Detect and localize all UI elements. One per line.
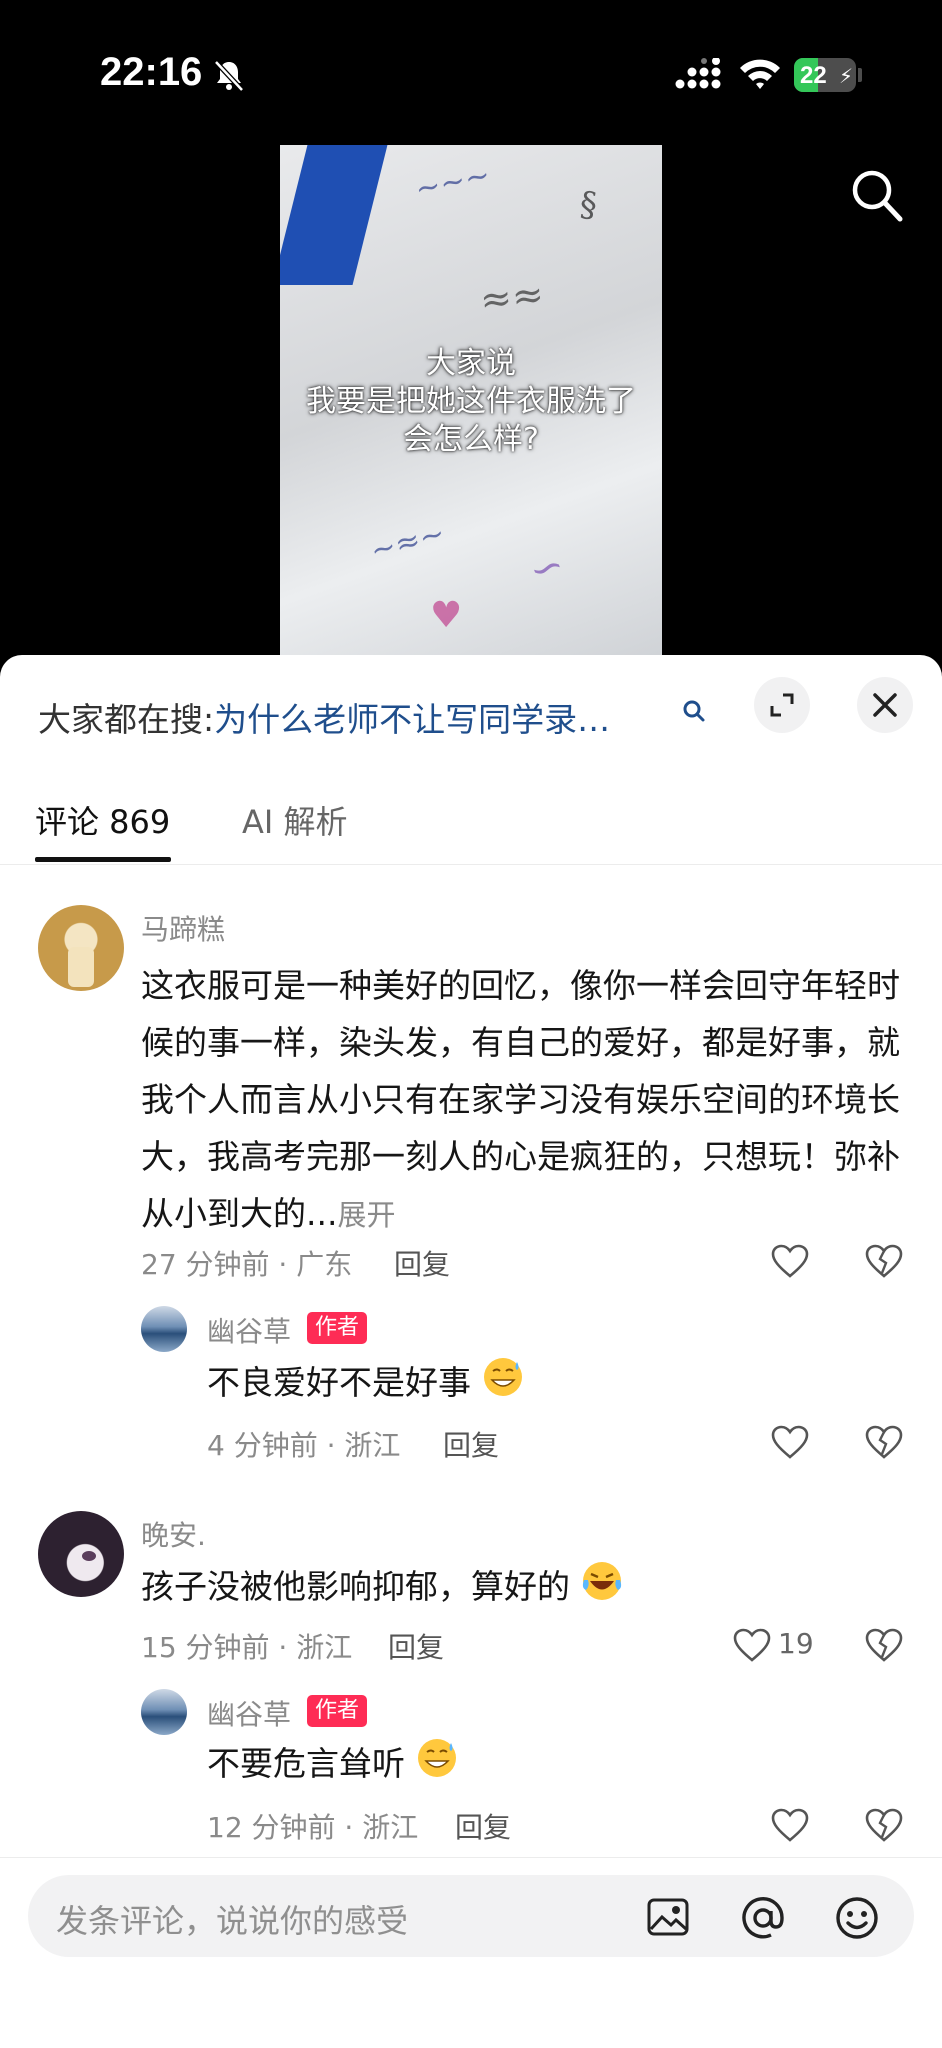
divider xyxy=(0,1857,942,1858)
laughing-crying-emoji-icon xyxy=(582,1562,621,1600)
comments-sheet: 大家都在搜:为什么老师不让写同学录… 评论 869 AI 解析 马蹄糕 这衣服可… xyxy=(0,655,942,2048)
comment-input-bar[interactable]: 发条评论，说说你的感受 xyxy=(28,1875,914,1957)
like-count: 19 xyxy=(778,1627,814,1660)
reply-text[interactable]: 不要危言耸听 xyxy=(207,1735,897,1792)
reply-button[interactable]: 回复 xyxy=(388,1626,444,1666)
comment-text[interactable]: 这衣服可是一种美好的回忆，像你一样会回守年轻时候的事一样，染头发，有自己的爱好，… xyxy=(141,957,916,1244)
caption-line: 大家说 xyxy=(426,346,516,381)
reply-button[interactable]: 回复 xyxy=(443,1424,499,1464)
dislike-heart-icon[interactable] xyxy=(864,1807,904,1843)
home-indicator xyxy=(330,2022,612,2032)
active-tab-indicator xyxy=(35,857,171,862)
comment-input[interactable]: 发条评论，说说你的感受 xyxy=(56,1896,408,1942)
avatar[interactable] xyxy=(141,1689,187,1735)
avatar[interactable] xyxy=(38,905,124,991)
reply-meta: 12 分钟前 · 浙江 xyxy=(207,1811,419,1844)
heart-icon[interactable] xyxy=(770,1243,810,1279)
comment-username[interactable]: 晚安. xyxy=(141,1514,206,1554)
author-badge: 作者 xyxy=(307,1695,368,1727)
comment-meta: 15 分钟前 · 浙江 xyxy=(141,1631,353,1664)
video-caption: 大家说 我要是把她这件衣服洗了 会怎么样? xyxy=(280,345,662,459)
comment-body: 这衣服可是一种美好的回忆，像你一样会回守年轻时候的事一样，染头发，有自己的爱好，… xyxy=(141,966,900,1233)
caption-line: 会怎么样? xyxy=(403,422,539,457)
comment-username[interactable]: 马蹄糕 xyxy=(141,908,225,948)
comment-body: 孩子没被他影响抑郁，算好的 xyxy=(141,1567,570,1606)
reply-button[interactable]: 回复 xyxy=(394,1243,450,1283)
comment-text[interactable]: 孩子没被他影响抑郁，算好的 xyxy=(141,1558,916,1615)
emoji-icon[interactable] xyxy=(834,1895,880,1941)
avatar[interactable] xyxy=(141,1306,187,1352)
battery-level: 22 xyxy=(800,62,827,89)
reply-username[interactable]: 幽谷草 xyxy=(207,1693,291,1733)
reply-meta: 4 分钟前 · 浙江 xyxy=(207,1429,401,1462)
tab-ai-analysis[interactable]: AI 解析 xyxy=(242,797,348,843)
status-bar: 22:16 22 ⚡ xyxy=(0,0,942,140)
reply-body: 不良爱好不是好事 xyxy=(207,1363,471,1402)
reply-body: 不要危言耸听 xyxy=(207,1744,405,1783)
sweat-emoji-icon xyxy=(417,1739,456,1777)
wifi-icon xyxy=(740,59,780,89)
image-icon[interactable] xyxy=(646,1895,690,1939)
hot-search[interactable]: 大家都在搜:为什么老师不让写同学录… xyxy=(38,693,610,741)
avatar[interactable] xyxy=(38,1511,124,1597)
battery-icon: 22 ⚡ xyxy=(794,58,856,92)
expand-button[interactable] xyxy=(754,677,810,733)
dislike-heart-icon[interactable] xyxy=(864,1243,904,1279)
dislike-heart-icon[interactable] xyxy=(864,1424,904,1460)
reply-button[interactable]: 回复 xyxy=(455,1806,511,1846)
reply-text[interactable]: 不良爱好不是好事 xyxy=(207,1354,897,1411)
heart-icon[interactable] xyxy=(770,1807,810,1843)
bell-off-icon xyxy=(214,60,244,92)
comment-meta: 27 分钟前 · 广东 xyxy=(141,1248,353,1281)
close-icon xyxy=(873,693,897,717)
sweat-emoji-icon xyxy=(483,1358,522,1396)
close-button[interactable] xyxy=(857,677,913,733)
tab-bar: 评论 869 AI 解析 xyxy=(0,785,942,865)
expand-comment-link[interactable]: 展开 xyxy=(337,1198,395,1232)
hot-search-query[interactable]: 为什么老师不让写同学录… xyxy=(214,700,610,739)
dislike-heart-icon[interactable] xyxy=(864,1627,904,1663)
heart-icon[interactable] xyxy=(770,1424,810,1460)
status-time: 22:16 xyxy=(100,50,203,94)
search-icon[interactable] xyxy=(850,168,904,224)
caption-line: 我要是把她这件衣服洗了 xyxy=(306,384,636,419)
tab-comments[interactable]: 评论 869 xyxy=(35,797,170,843)
at-icon[interactable] xyxy=(740,1895,786,1941)
hot-search-prefix: 大家都在搜: xyxy=(38,700,215,739)
author-badge: 作者 xyxy=(307,1312,368,1344)
search-icon[interactable] xyxy=(680,697,710,727)
signal-icon xyxy=(675,58,721,89)
heart-icon[interactable] xyxy=(732,1627,772,1663)
reply-username[interactable]: 幽谷草 xyxy=(207,1310,291,1350)
expand-icon xyxy=(770,693,794,717)
